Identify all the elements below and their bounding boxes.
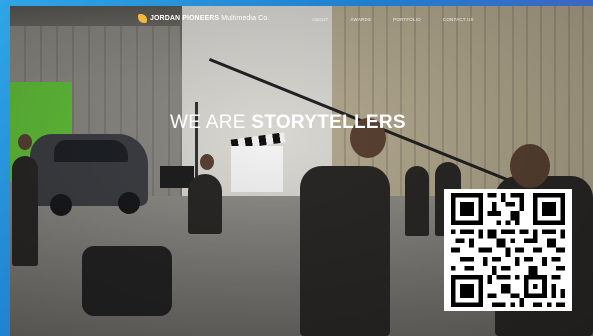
nav-item-awards[interactable]: AWARDS bbox=[351, 17, 372, 22]
top-navigation: JORDAN PIONEERS Multimedia Co. ABOUT AWA… bbox=[10, 6, 593, 34]
qr-code[interactable] bbox=[444, 189, 572, 311]
logo-text: JORDAN PIONEERS Multimedia Co. bbox=[150, 15, 270, 22]
qr-code-pattern bbox=[451, 193, 565, 307]
nav-item-contact-us[interactable]: CONTACT US bbox=[443, 17, 474, 22]
nav-item-about[interactable]: ABOUT bbox=[312, 17, 329, 22]
main-menu: ABOUT AWARDS PORTFOLIO CONTACT US bbox=[312, 17, 474, 22]
nav-item-portfolio[interactable]: PORTFOLIO bbox=[393, 17, 421, 22]
site-logo[interactable]: JORDAN PIONEERS Multimedia Co. bbox=[138, 14, 269, 23]
hero-headline-bold: STORYTELLERS bbox=[251, 112, 406, 133]
hero-headline-light: WE ARE bbox=[170, 112, 252, 133]
jordan-pioneers-logo-icon bbox=[138, 14, 147, 23]
hero-headline: WE ARE STORYTELLERS bbox=[170, 112, 430, 134]
